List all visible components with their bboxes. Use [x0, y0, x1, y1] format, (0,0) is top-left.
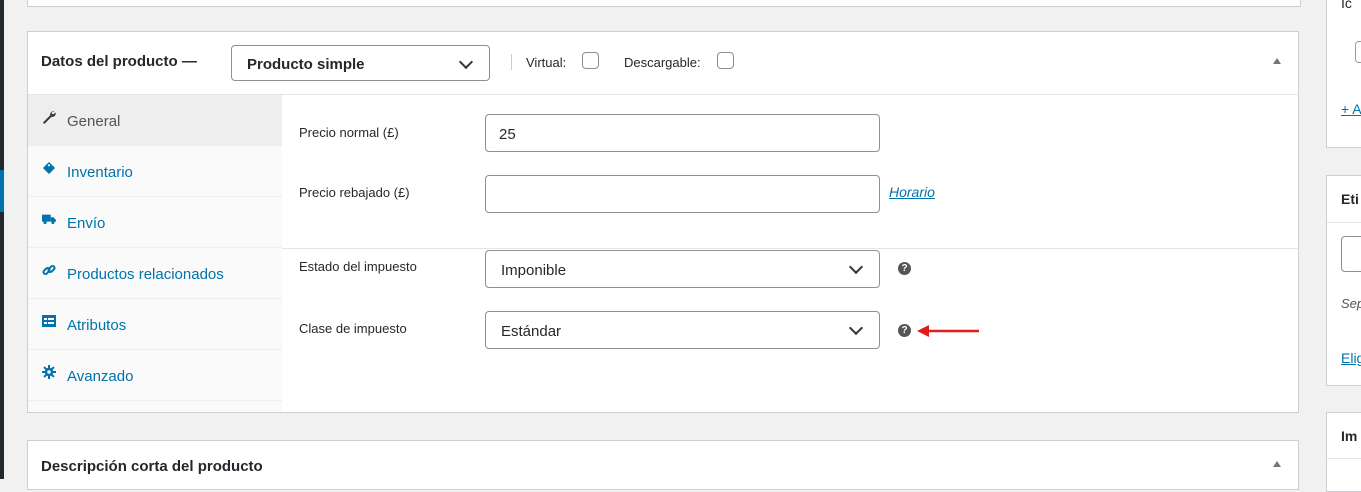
help-icon[interactable]: ?	[898, 262, 911, 275]
tax-class-select[interactable]: Estándar	[485, 311, 880, 349]
product-type-select[interactable]: Producto simple	[231, 45, 490, 81]
product-data-title: Datos del producto —	[41, 53, 197, 70]
short-description-metabox: Descripción corta del producto	[27, 440, 1299, 490]
sidebar-image-box: Im	[1326, 412, 1361, 492]
chevron-down-icon	[848, 320, 864, 336]
product-data-metabox: Datos del producto — Producto simple Vir…	[27, 31, 1299, 413]
tab-linked-products-label: Productos relacionados	[67, 266, 224, 283]
help-icon[interactable]: ?	[898, 324, 911, 337]
sidebar-choose-link[interactable]: Elig	[1341, 350, 1361, 366]
collapse-toggle-icon[interactable]	[1273, 58, 1281, 64]
wrench-icon	[42, 110, 56, 124]
regular-price-value: 25	[499, 126, 516, 143]
sidebar-divider	[1327, 222, 1361, 223]
header-divider	[511, 54, 512, 70]
tab-advanced-label: Avanzado	[67, 368, 134, 385]
schedule-link[interactable]: Horario	[889, 184, 935, 200]
sidebar-divider	[1327, 458, 1361, 459]
admin-menu-edge	[0, 0, 4, 479]
tax-status-label: Estado del impuesto	[299, 259, 417, 274]
admin-menu-active-indicator	[0, 170, 4, 212]
collapse-toggle-icon[interactable]	[1273, 461, 1281, 467]
regular-price-label: Precio normal (£)	[299, 125, 399, 140]
link-icon	[42, 263, 56, 277]
annotation-arrow	[917, 325, 979, 337]
tax-status-value: Imponible	[501, 262, 567, 279]
list-icon	[42, 314, 56, 328]
gear-icon	[42, 365, 56, 379]
tab-shipping[interactable]: Envío	[28, 197, 282, 248]
tab-general-label: General	[67, 113, 121, 130]
tax-class-label: Clase de impuesto	[299, 321, 407, 336]
tax-status-select[interactable]: Imponible	[485, 250, 880, 288]
sidebar-partial-text: Ic	[1341, 0, 1352, 11]
tab-shipping-label: Envío	[67, 215, 106, 232]
tab-attributes[interactable]: Atributos	[28, 299, 282, 350]
tab-attributes-label: Atributos	[67, 317, 127, 334]
virtual-label: Virtual:	[526, 55, 567, 70]
product-type-value: Producto simple	[247, 56, 365, 73]
sale-price-label: Precio rebajado (£)	[299, 185, 410, 200]
previous-metabox	[27, 0, 1301, 7]
sidebar-image-title: Im	[1341, 428, 1358, 444]
sale-price-input[interactable]	[485, 175, 880, 213]
product-data-tabs: General Inventario Envío Productos relac…	[28, 95, 282, 412]
chevron-down-icon	[458, 54, 474, 70]
short-description-title: Descripción corta del producto	[41, 458, 263, 475]
section-divider	[282, 248, 1298, 249]
chevron-down-icon	[848, 259, 864, 275]
sidebar-tags-title: Eti	[1341, 191, 1359, 207]
truck-icon	[42, 212, 56, 226]
tag-icon	[42, 161, 56, 175]
sidebar-tags-box: Eti Sep Elig	[1326, 175, 1361, 386]
product-data-header: Datos del producto — Producto simple Vir…	[28, 32, 1298, 95]
tax-class-value: Estándar	[501, 323, 562, 340]
tab-linked-products[interactable]: Productos relacionados	[28, 248, 282, 299]
downloadable-checkbox[interactable]	[717, 52, 734, 69]
sidebar-tag-input[interactable]	[1341, 236, 1361, 272]
sidebar-add-link[interactable]: + A	[1341, 101, 1361, 117]
sidebar-separator-hint: Sep	[1341, 296, 1361, 311]
regular-price-input[interactable]: 25	[485, 114, 880, 152]
tab-inventory[interactable]: Inventario	[28, 146, 282, 197]
tab-advanced[interactable]: Avanzado	[28, 350, 282, 401]
sidebar-box-top: Ic + A	[1326, 0, 1361, 148]
tab-general[interactable]: General	[28, 95, 282, 146]
general-panel: Precio normal (£) 25 Precio rebajado (£)…	[282, 95, 1298, 412]
virtual-checkbox[interactable]	[582, 52, 599, 69]
downloadable-label: Descargable:	[624, 55, 701, 70]
tab-inventory-label: Inventario	[67, 164, 133, 181]
sidebar-partial-field	[1355, 41, 1361, 63]
